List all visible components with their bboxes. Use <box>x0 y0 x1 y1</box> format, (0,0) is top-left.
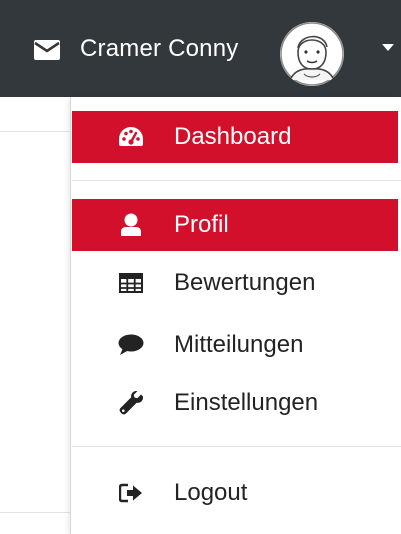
menu-item-label: Mitteilungen <box>174 331 304 358</box>
envelope-icon[interactable] <box>34 40 60 60</box>
page-divider <box>0 512 70 513</box>
menu-item-label: Profil <box>174 211 229 238</box>
menu-item-logout[interactable]: Logout <box>72 467 398 519</box>
menu-item-label: Bewertungen <box>174 269 316 296</box>
top-navbar: Cramer Conny <box>0 0 401 97</box>
menu-divider <box>72 446 401 447</box>
caret-down-icon[interactable] <box>382 44 394 51</box>
user-dropdown-menu: Dashboard Profil Bewertungen Mitteilunge… <box>70 97 401 534</box>
sign-out-icon <box>116 480 146 506</box>
user-name[interactable]: Cramer Conny <box>80 31 238 67</box>
page-divider <box>0 131 70 132</box>
tachometer-icon <box>116 124 146 150</box>
menu-item-bewertungen[interactable]: Bewertungen <box>72 257 398 309</box>
menu-item-profil[interactable]: Profil <box>72 199 398 251</box>
menu-item-dashboard[interactable]: Dashboard <box>72 111 398 163</box>
user-icon <box>116 212 146 238</box>
wrench-icon <box>116 390 146 416</box>
menu-divider <box>72 180 401 181</box>
table-icon <box>116 270 146 296</box>
menu-item-einstellungen[interactable]: Einstellungen <box>72 377 398 429</box>
menu-item-label: Dashboard <box>174 123 292 150</box>
user-avatar[interactable] <box>280 22 344 86</box>
menu-item-mitteilungen[interactable]: Mitteilungen <box>72 319 398 371</box>
menu-item-label: Logout <box>174 479 248 506</box>
menu-item-label: Einstellungen <box>174 389 319 416</box>
comment-icon <box>116 332 146 358</box>
